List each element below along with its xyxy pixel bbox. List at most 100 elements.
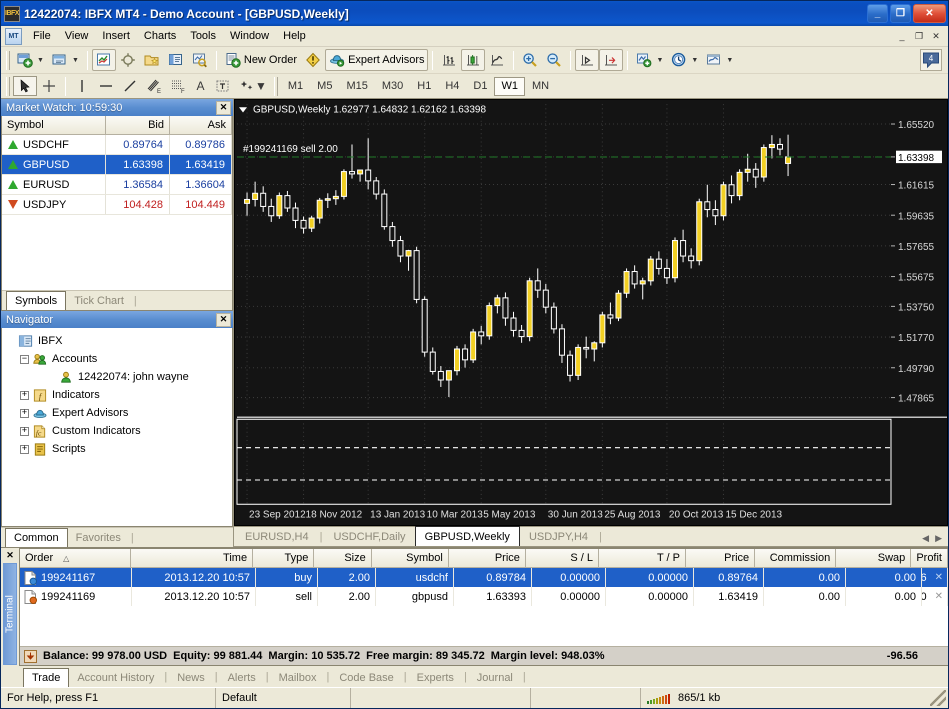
bar-chart-button[interactable] xyxy=(437,49,461,71)
tree-item-custom-indicators[interactable]: + fc Custom Indicators xyxy=(6,422,230,440)
line-chart-button[interactable] xyxy=(485,49,509,71)
chart-window[interactable]: 1.65520 1.63398 1.61615 1.59635 1.57655 1.556… xyxy=(234,99,948,526)
terminal-button[interactable] xyxy=(164,49,188,71)
equidistant-channel-button[interactable]: E xyxy=(142,76,166,96)
market-watch-row-usdjpy[interactable]: USDJPY 104.428 104.449 xyxy=(2,195,232,215)
resize-grip[interactable] xyxy=(930,690,946,706)
scroll-left-icon[interactable]: ◀ xyxy=(922,533,929,544)
vertical-line-button[interactable] xyxy=(70,76,94,96)
timeframe-w1[interactable]: W1 xyxy=(494,76,525,96)
terminal-tab-alerts[interactable]: Alerts xyxy=(220,669,264,687)
menu-item-window[interactable]: Window xyxy=(223,28,276,44)
chart-tab-usdjpy-h4[interactable]: USDJPY,H4 xyxy=(520,528,597,546)
tree-item-account-12422074[interactable]: 12422074: john wayne xyxy=(6,368,230,386)
terminal-tab-news[interactable]: News xyxy=(169,669,213,687)
column-order[interactable]: Order △ xyxy=(20,549,131,568)
market-watch-close-icon[interactable]: ✕ xyxy=(216,100,231,115)
menu-item-file[interactable]: File xyxy=(26,28,58,44)
line-toolbar-grip[interactable] xyxy=(6,76,10,96)
tree-item-indicators[interactable]: + f Indicators xyxy=(6,386,230,404)
trade-row-199241169[interactable]: 199241169 2013.12.20 10:57 sell 2.00 gbp… xyxy=(20,587,948,606)
navigator-close-icon[interactable]: ✕ xyxy=(216,312,231,327)
trade-row-199241167[interactable]: 199241167 2013.12.20 10:57 buy 2.00 usdc… xyxy=(20,568,948,587)
column-profit[interactable]: Profit xyxy=(911,549,948,568)
chart-canvas[interactable]: 1.65520 1.63398 1.61615 1.59635 1.57655 1.556… xyxy=(235,100,947,525)
terminal-tab-journal[interactable]: Journal xyxy=(469,669,521,687)
close-order-icon[interactable]: ✕ xyxy=(935,591,943,602)
trendline-button[interactable] xyxy=(118,76,142,96)
market-watch-row-eurusd[interactable]: EURUSD 1.36584 1.36604 xyxy=(2,175,232,195)
chart-tab-gbpusd-weekly[interactable]: GBPUSD,Weekly xyxy=(414,526,520,546)
tab-common[interactable]: Common xyxy=(5,528,68,547)
tree-item-expert-advisors[interactable]: + Expert Advisors xyxy=(6,404,230,422)
periods-button[interactable]: ▼ xyxy=(667,49,702,71)
menu-item-tools[interactable]: Tools xyxy=(183,28,223,44)
mdi-close-button[interactable]: ✕ xyxy=(928,29,944,43)
expert-advisors-button[interactable]: Expert Advisors xyxy=(325,49,429,71)
menu-item-charts[interactable]: Charts xyxy=(137,28,183,44)
tab-symbols[interactable]: Symbols xyxy=(6,291,67,310)
close-button[interactable]: ✕ xyxy=(913,4,946,23)
new-chart-button[interactable]: ▼ xyxy=(13,49,48,71)
tab-favorites[interactable]: Favorites xyxy=(68,529,129,547)
summary-expand-icon[interactable] xyxy=(24,649,37,663)
timeframe-m5[interactable]: M5 xyxy=(310,77,339,96)
cursor-tool-button[interactable] xyxy=(13,76,37,96)
column-symbol[interactable]: Symbol xyxy=(2,116,106,135)
timeframe-m15[interactable]: M15 xyxy=(339,77,374,96)
templates-button[interactable]: ▼ xyxy=(702,49,737,71)
terminal-tab-trade[interactable]: Trade xyxy=(23,668,70,687)
timeframe-grip[interactable] xyxy=(273,76,278,96)
timeframe-mn[interactable]: MN xyxy=(525,77,556,96)
zoom-in-button[interactable] xyxy=(518,49,542,71)
close-order-icon[interactable]: ✕ xyxy=(935,572,943,583)
timeframe-h4[interactable]: H4 xyxy=(438,77,466,96)
terminal-tab-code-base[interactable]: Code Base xyxy=(331,669,401,687)
mdi-minimize-button[interactable]: _ xyxy=(894,29,910,43)
text-tool-button[interactable]: A xyxy=(190,76,211,96)
tree-item-accounts[interactable]: − Accounts xyxy=(6,350,230,368)
new-order-button[interactable]: New Order xyxy=(221,49,301,71)
timeframe-d1[interactable]: D1 xyxy=(466,77,494,96)
column-time[interactable]: Time xyxy=(130,549,254,568)
menu-item-view[interactable]: View xyxy=(58,28,96,44)
column-sl[interactable]: S / L xyxy=(525,549,600,568)
text-label-button[interactable] xyxy=(211,76,235,96)
alert-counter-badge[interactable]: 4 xyxy=(920,49,942,71)
timeframe-h1[interactable]: H1 xyxy=(410,77,438,96)
navigator-button[interactable] xyxy=(116,49,140,71)
expander-plus-icon[interactable]: + xyxy=(20,426,29,436)
menu-item-insert[interactable]: Insert xyxy=(95,28,137,44)
terminal-tab-mailbox[interactable]: Mailbox xyxy=(271,669,325,687)
market-watch-row-usdchf[interactable]: USDCHF 0.89764 0.89786 xyxy=(2,135,232,155)
toolbar-grip[interactable] xyxy=(6,50,10,70)
terminal-close-icon[interactable]: ✕ xyxy=(6,550,14,561)
expander-plus-icon[interactable]: + xyxy=(20,444,29,454)
column-ask[interactable]: Ask xyxy=(170,116,232,135)
shapes-button[interactable]: ▼ xyxy=(235,76,271,96)
timeframe-m30[interactable]: M30 xyxy=(375,77,410,96)
chart-shift-button[interactable] xyxy=(599,49,624,71)
column-price-current[interactable]: Price xyxy=(685,549,756,568)
timeframe-m1[interactable]: M1 xyxy=(281,77,310,96)
column-swap[interactable]: Swap xyxy=(836,549,912,568)
horizontal-line-button[interactable] xyxy=(94,76,118,96)
market-watch-row-gbpusd[interactable]: GBPUSD 1.63398 1.63419 xyxy=(2,155,232,175)
maximize-button[interactable]: ❐ xyxy=(890,4,911,23)
menu-item-help[interactable]: Help xyxy=(276,28,313,44)
fibonacci-button[interactable]: F xyxy=(166,76,190,96)
strategy-tester-button[interactable] xyxy=(188,49,212,71)
expander-plus-icon[interactable]: + xyxy=(20,408,29,418)
column-tp[interactable]: T / P xyxy=(599,549,686,568)
indicators-button[interactable]: ▼ xyxy=(632,49,667,71)
column-bid[interactable]: Bid xyxy=(106,116,170,135)
candlestick-chart-button[interactable] xyxy=(461,49,486,71)
tree-item-ibfx[interactable]: IBFX xyxy=(6,332,230,350)
column-commission[interactable]: Commission xyxy=(755,549,837,568)
auto-scroll-button[interactable] xyxy=(575,49,600,71)
scroll-right-icon[interactable]: ▶ xyxy=(935,533,942,544)
status-connection[interactable]: 865/1 kb xyxy=(641,688,726,708)
column-price-open[interactable]: Price xyxy=(448,549,526,568)
column-size[interactable]: Size xyxy=(314,549,372,568)
tree-item-scripts[interactable]: + Scripts xyxy=(6,440,230,458)
